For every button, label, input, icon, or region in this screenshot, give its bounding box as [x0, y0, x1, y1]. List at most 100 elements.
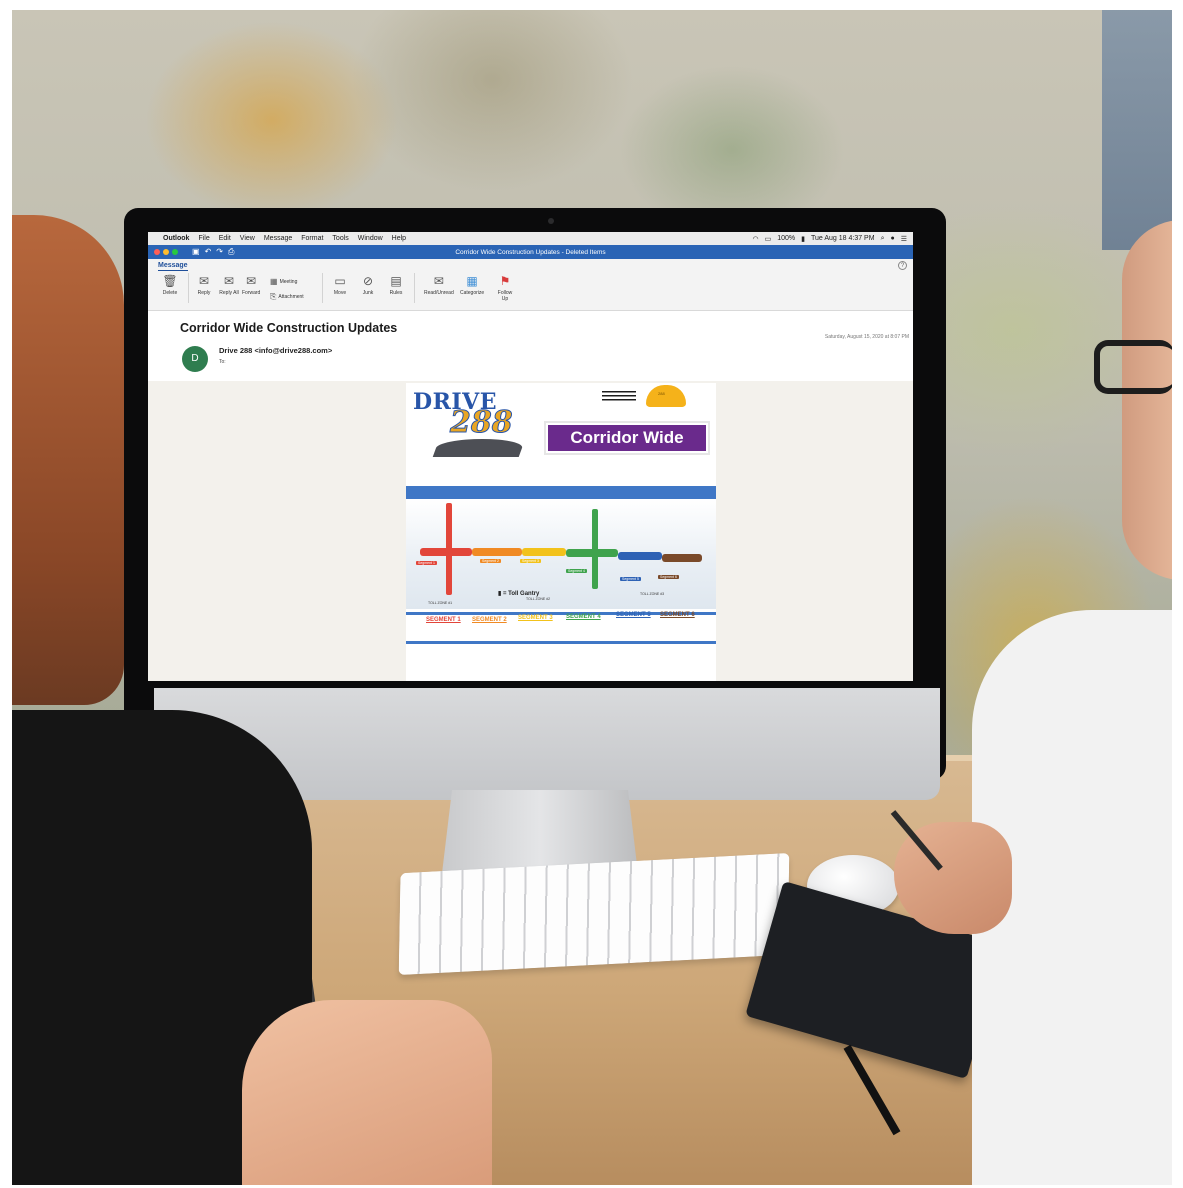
clock[interactable]: Tue Aug 18 4:37 PM	[811, 235, 875, 242]
menu-file[interactable]: File	[198, 235, 209, 242]
keyboard	[398, 852, 790, 976]
airplay-icon[interactable]: ▭	[765, 235, 772, 243]
junk-button[interactable]: ⊘ Junk	[360, 274, 376, 296]
envelope-open-icon: ✉	[433, 274, 444, 288]
reply-all-icon: ✉	[223, 274, 235, 288]
segment-tag-4: Segment 4	[566, 569, 587, 573]
hardhat-icon	[646, 385, 686, 407]
menu-window[interactable]: Window	[358, 235, 383, 242]
woman-arms	[242, 1000, 492, 1185]
corridor-map[interactable]: Segment 1 Segment 2 Segment 3 Segment 4 …	[406, 499, 716, 609]
quick-access: ▣ ↶ ↷ ⎙	[192, 247, 234, 257]
tab-message[interactable]: Message	[158, 262, 188, 271]
segment-tag-6: Segment 6	[658, 575, 679, 579]
move-icon: ▭	[334, 274, 346, 288]
window-controls	[154, 249, 178, 255]
road-graphic	[432, 439, 526, 457]
zoom-window-button[interactable]	[172, 249, 178, 255]
message-header: Corridor Wide Construction Updates Satur…	[148, 311, 913, 381]
segment-link-6[interactable]: SEGMENT 6	[660, 612, 695, 618]
reply-icon: ✉	[198, 274, 210, 288]
header-bar	[406, 486, 716, 499]
segment-5-road	[618, 552, 662, 560]
building-background	[1102, 10, 1172, 250]
divider-bottom	[406, 641, 716, 644]
calendar-icon: ▦	[270, 277, 278, 286]
man-glasses	[1094, 340, 1172, 394]
app-menu[interactable]: Outlook	[163, 235, 189, 242]
attachment-button[interactable]: ⎘ Attachment	[270, 292, 304, 302]
segment-3-road	[522, 548, 566, 556]
trash-icon: 🗑	[162, 274, 178, 288]
junk-icon: ⊘	[362, 274, 374, 288]
forward-button[interactable]: ✉ Forward	[242, 274, 260, 296]
flag-icon: ⚑	[499, 274, 511, 288]
ribbon: Message ? 🗑 Delete ✉ Reply ✉ Reply All ✉…	[148, 259, 913, 311]
battery-percent: 100%	[777, 235, 796, 242]
delete-button[interactable]: 🗑 Delete	[162, 274, 178, 296]
message-body: DRIVE 288 288 Corridor Wide Segment 1 Se…	[148, 381, 913, 681]
battery-icon[interactable]: ▮	[801, 235, 805, 243]
menu-format[interactable]: Format	[301, 235, 323, 242]
wifi-icon[interactable]: ◠	[753, 235, 759, 243]
segment-tag-1: Segment 1	[416, 561, 437, 565]
segment-link-5[interactable]: SEGMENT 5	[616, 612, 651, 618]
segment-tag-2: Segment 2	[480, 559, 501, 563]
read-unread-button[interactable]: ✉ Read/Unread	[424, 274, 454, 296]
meeting-button[interactable]: ▦ Meeting	[270, 277, 297, 286]
hardhat-label: 288	[658, 391, 665, 396]
close-window-button[interactable]	[154, 249, 160, 255]
apple-logo-icon	[558, 722, 592, 762]
spotlight-icon[interactable]: ⌕	[881, 235, 885, 243]
menu-message[interactable]: Message	[264, 235, 292, 242]
segment-link-2[interactable]: SEGMENT 2	[472, 617, 507, 623]
cross-road-2	[592, 509, 598, 589]
redo-icon[interactable]: ↷	[216, 247, 223, 257]
mac-menubar: Outlook File Edit View Message Format To…	[148, 232, 913, 245]
forward-icon: ✉	[246, 274, 257, 288]
siri-icon[interactable]: ●	[890, 235, 894, 242]
help-button[interactable]: ?	[898, 261, 907, 270]
segment-2-road	[472, 548, 522, 556]
avatar: D	[182, 346, 208, 372]
cross-road-1	[446, 503, 452, 595]
man-face	[1122, 220, 1172, 580]
menu-view[interactable]: View	[240, 235, 255, 242]
control-center-icon[interactable]: ☰	[901, 235, 907, 243]
newsletter: DRIVE 288 288 Corridor Wide Segment 1 Se…	[406, 383, 716, 681]
reply-button[interactable]: ✉ Reply	[196, 274, 212, 296]
segment-tag-5: Segment 5	[620, 577, 641, 581]
toll-zone-2: TOLL ZONE #2	[526, 597, 551, 601]
segment-link-3[interactable]: SEGMENT 3	[518, 615, 553, 621]
attachment-icon: ⎘	[270, 292, 277, 301]
undo-icon[interactable]: ↶	[205, 247, 212, 257]
reply-all-button[interactable]: ✉ Reply All	[218, 274, 240, 296]
menu-tools[interactable]: Tools	[332, 235, 348, 242]
speed-lines	[602, 391, 636, 401]
ribbon-divider	[322, 273, 323, 303]
minimize-window-button[interactable]	[163, 249, 169, 255]
move-button[interactable]: ▭ Move	[332, 274, 348, 296]
to-label: To:	[219, 359, 226, 365]
categorize-icon: ▦	[466, 274, 478, 288]
save-icon[interactable]: ▣	[192, 247, 200, 257]
outlook-screen: Outlook File Edit View Message Format To…	[148, 232, 913, 681]
status-area: ◠ ▭ 100% ▮ Tue Aug 18 4:37 PM ⌕ ● ☰	[753, 235, 908, 243]
toll-zone-1: TOLL ZONE #1	[428, 601, 453, 605]
ribbon-divider	[188, 273, 189, 303]
segment-link-4[interactable]: SEGMENT 4	[566, 614, 601, 620]
menu-edit[interactable]: Edit	[219, 235, 231, 242]
segment-link-1[interactable]: SEGMENT 1	[426, 617, 461, 623]
menu-help[interactable]: Help	[392, 235, 406, 242]
woman-hair	[12, 215, 124, 705]
drive-logo-number: 288	[450, 405, 514, 441]
window-titlebar: ▣ ↶ ↷ ⎙ Corridor Wide Construction Updat…	[148, 245, 913, 259]
rules-button[interactable]: ▤ Rules	[388, 274, 404, 296]
message-date: Saturday, August 15, 2020 at 8:07 PM	[824, 334, 909, 340]
categorize-button[interactable]: ▦ Categorize	[460, 274, 484, 296]
sender[interactable]: Drive 288 <info@drive288.com>	[219, 346, 332, 355]
print-icon[interactable]: ⎙	[228, 247, 234, 257]
follow-up-button[interactable]: ⚑ Follow Up	[496, 274, 514, 302]
message-subject: Corridor Wide Construction Updates	[180, 321, 398, 335]
corridor-wide-badge: Corridor Wide	[544, 421, 710, 455]
